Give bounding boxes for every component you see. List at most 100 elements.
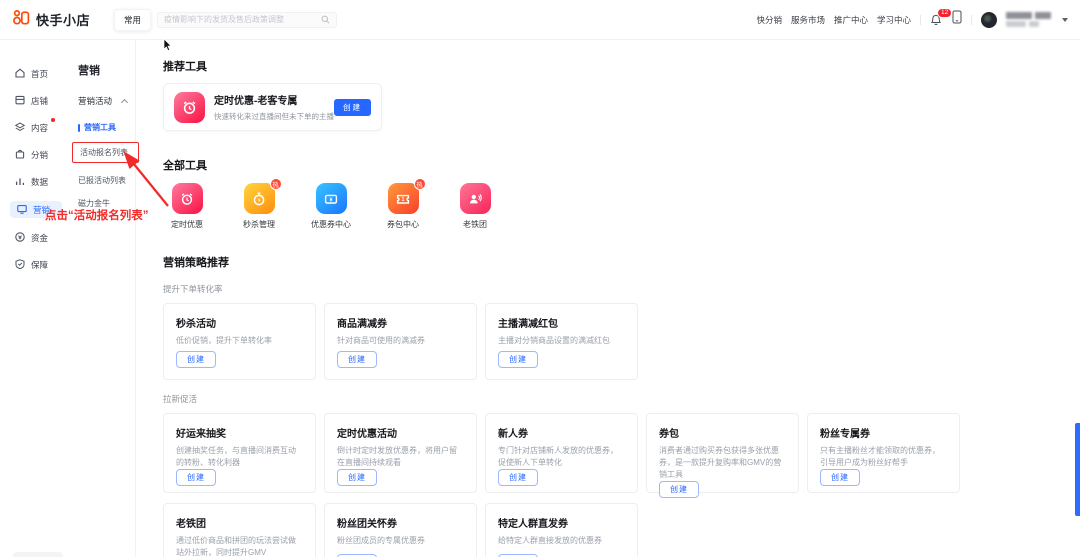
card-title: 好运来抽奖 [176, 425, 303, 440]
notification-badge: 12 [937, 8, 952, 19]
tool-coupon-pack-center[interactable]: 1 热 券包中心 [379, 183, 427, 230]
header-right: 快分销 服务市场 推广中心 学习中心 12 [756, 10, 1068, 29]
marketing-icon [16, 203, 28, 217]
tool-label: 券包中心 [387, 219, 419, 230]
strategy-card-seckill: 秒杀活动 低价促销，提升下单转化率 创建 [163, 303, 316, 380]
alarm-icon [172, 183, 203, 214]
sidebar-item-distribution[interactable]: 分销 [14, 147, 63, 162]
funds-icon [14, 231, 26, 245]
create-button[interactable]: 创建 [337, 351, 377, 368]
card-title: 粉丝专属券 [820, 425, 947, 440]
strategy-card-anchor-redpacket: 主播满减红包 主播对分销商品设置的满减红包 创建 [485, 303, 638, 380]
coupon-icon: ¥ [316, 183, 347, 214]
content-icon [14, 121, 26, 135]
switch-old-version-button[interactable]: 切回旧版 [13, 552, 63, 557]
tool-label: 老铁团 [463, 219, 487, 230]
create-button[interactable]: 创建 [659, 481, 699, 498]
strategy-card-targeted-coupon: 特定人群直发券 给特定人群直接发放的优惠券 创建 [485, 503, 638, 557]
sidebar-item-home[interactable]: 首页 [14, 66, 63, 81]
card-title: 老铁团 [176, 515, 303, 530]
card-title: 粉丝团关怀券 [337, 515, 464, 530]
sidebar-item-shop[interactable]: 店铺 [14, 93, 63, 108]
recommended-tool-desc: 快速转化来过直播间但未下单的主播 [214, 111, 325, 122]
svg-text:1: 1 [402, 197, 405, 203]
create-button[interactable]: 创建 [820, 469, 860, 486]
create-button[interactable]: 创建 [176, 469, 216, 486]
account-caret-down-icon[interactable] [1062, 18, 1068, 22]
floating-side-tab[interactable] [1075, 423, 1080, 516]
card-desc: 通过低价商品和拼团的玩法尝试做站外拉新，同时提升GMV [176, 535, 303, 557]
create-button[interactable]: 创建 [334, 99, 371, 116]
sidebar-item-label: 资金 [31, 232, 48, 244]
nav-learning-center[interactable]: 学习中心 [877, 14, 911, 26]
sidebar-item-marketing[interactable]: 营销 [10, 201, 62, 218]
card-desc: 创建抽奖任务，与直播间消费互动的转粉、转化利器 [176, 445, 303, 469]
recommended-tool-card: 定时优惠-老客专属 快速转化来过直播间但未下单的主播 创建 [163, 83, 382, 131]
create-button[interactable]: 创建 [498, 351, 538, 368]
submenu-section-marketing-tools[interactable]: 营销工具 [78, 122, 135, 133]
submenu-item-signed-activity-list[interactable]: 已报活动列表 [78, 175, 135, 186]
ticket-icon: 1 [388, 183, 419, 214]
group-icon [460, 183, 491, 214]
create-button[interactable]: 创建 [337, 469, 377, 486]
sidebar-item-protection[interactable]: 保障 [14, 257, 63, 272]
card-title: 秒杀活动 [176, 315, 303, 330]
card-desc: 主播对分销商品设置的满减红包 [498, 335, 625, 347]
top-header: 快手小店 常用 快分销 服务市场 推广中心 学习中心 12 [0, 0, 1080, 40]
sidebar-item-label: 首页 [31, 68, 48, 80]
sidebar-item-label: 分销 [31, 149, 48, 161]
svg-text:¥: ¥ [330, 197, 333, 203]
create-button[interactable]: 创建 [498, 469, 538, 486]
search-icon[interactable] [321, 11, 330, 29]
search-input[interactable] [164, 15, 321, 24]
search-box[interactable] [157, 12, 337, 28]
tool-label: 秒杀管理 [243, 219, 275, 230]
tool-coupon-center[interactable]: ¥ 优惠券中心 [307, 183, 355, 230]
shield-icon [14, 258, 26, 272]
hot-badge: 热 [270, 178, 282, 190]
hot-badge: 热 [414, 178, 426, 190]
sidebar-item-data[interactable]: 数据 [14, 174, 63, 189]
sidebar-item-content[interactable]: 内容 [14, 120, 63, 135]
main-content: 推荐工具 定时优惠-老客专属 快速转化来过直播间但未下单的主播 创建 全部工具 … [137, 40, 1080, 557]
logo-text: 快手小店 [36, 10, 90, 29]
nav-kuaifenxiao[interactable]: 快分销 [756, 14, 782, 26]
tool-seckill-management[interactable]: 热 秒杀管理 [235, 183, 283, 230]
submenu-item-activity-signup-list[interactable]: 活动报名列表 [72, 142, 139, 163]
nav-service-market[interactable]: 服务市场 [791, 14, 825, 26]
tool-laotie-group[interactable]: 老铁团 [451, 183, 499, 230]
new-dot-badge [51, 118, 55, 122]
stopwatch-icon [244, 183, 275, 214]
strategy-card-lucky-draw: 好运来抽奖 创建抽奖任务，与直播间消费互动的转粉、转化利器 创建 [163, 413, 316, 493]
tab-common[interactable]: 常用 [114, 9, 151, 31]
chevron-up-icon [121, 98, 128, 105]
divider [971, 15, 972, 25]
notification-bell-icon[interactable]: 12 [930, 13, 943, 27]
card-desc: 给特定人群直接发放的优惠券 [498, 535, 625, 547]
app-logo[interactable]: 快手小店 [12, 8, 90, 32]
submenu-item-magnetic-taurus[interactable]: 磁力金牛 [78, 198, 135, 209]
create-button[interactable]: 创建 [176, 351, 216, 368]
active-section-bar [78, 124, 80, 132]
strategy-card-newbie-coupon: 新人券 专门针对店铺新人发放的优惠券，促使新人下单转化 创建 [485, 413, 638, 493]
strategy-card-fanclub-care-coupon: 粉丝团关怀券 粉丝团成员的专属优惠券 创建 [324, 503, 477, 557]
mobile-app-icon[interactable] [952, 10, 962, 29]
avatar[interactable] [981, 12, 997, 28]
sidebar-item-label: 营销 [33, 204, 50, 216]
tool-label: 优惠券中心 [311, 219, 351, 230]
strategy-title: 营销策略推荐 [163, 254, 1080, 270]
nav-promotion-center[interactable]: 推广中心 [834, 14, 868, 26]
all-tools-title: 全部工具 [163, 157, 1080, 173]
tool-timed-discount[interactable]: 定时优惠 [163, 183, 211, 230]
card-title: 特定人群直发券 [498, 515, 625, 530]
card-title: 新人券 [498, 425, 625, 440]
submenu-section-label: 营销工具 [84, 122, 116, 133]
card-desc: 针对商品可使用的满减券 [337, 335, 464, 347]
recommended-tool-name: 定时优惠-老客专属 [214, 92, 325, 107]
home-icon [14, 67, 26, 81]
submenu-title: 营销 [78, 62, 135, 78]
page: 快手小店 常用 快分销 服务市场 推广中心 学习中心 12 [0, 0, 1080, 557]
submenu-group-marketing-activity[interactable]: 营销活动 [78, 95, 135, 107]
tool-label: 定时优惠 [171, 219, 203, 230]
sidebar-item-funds[interactable]: 资金 [14, 230, 63, 245]
